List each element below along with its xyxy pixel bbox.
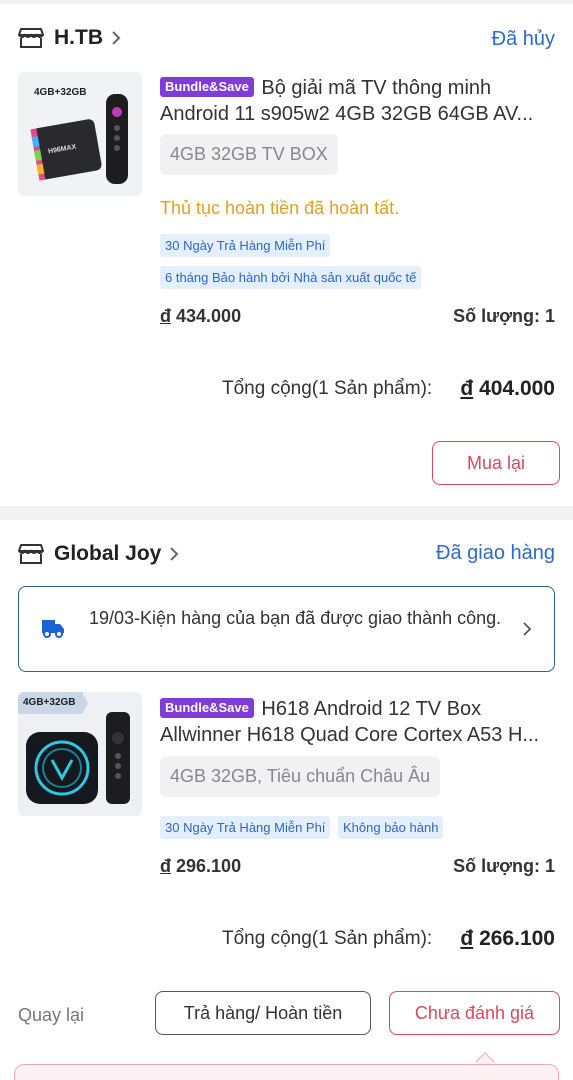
shop-name: Global Joy [54,542,162,565]
free-return-tag: 30 Ngày Trả Hàng Miễn Phí [160,234,331,257]
tv-box-image [18,692,130,804]
price-value: 296.100 [176,856,242,876]
warranty-tag: Không bảo hành [338,816,444,839]
total-value: 404.000 [479,377,555,400]
product-title-line2: Android 11 s905w2 4GB 32GB 64GB AV... [160,103,534,125]
product-title[interactable]: Bundle&Save Bộ giải mã TV thông minh And… [160,75,560,127]
product-quantity: Số lượng: 1 [453,856,555,876]
currency-symbol: đ [160,306,171,326]
thumb-label: 4GB+32GB [23,697,76,708]
warranty-tag: 6 tháng Bảo hành bởi Nhà sản xuất quốc t… [160,266,422,289]
order-card: Global Joy Đã giao hàng 19/03-Kiện hàng … [0,520,573,1080]
order-total: đ 266.100 [460,927,555,951]
free-return-tag: 30 Ngày Trả Hàng Miễn Phí [160,816,331,839]
rating-prompt-box [14,1064,559,1080]
return-refund-button[interactable]: Trả hàng/ Hoàn tiền [155,991,371,1035]
order-total: đ 404.000 [460,377,555,401]
shop-name: H.TB [54,26,103,49]
product-thumbnail[interactable]: 4GB+32GB H96MAX [18,72,142,196]
chevron-right-icon [523,622,532,636]
delivery-truck-icon [42,620,64,638]
chevron-right-icon [112,31,121,45]
currency-symbol: đ [160,856,171,876]
not-rated-button[interactable]: Chưa đánh giá [389,991,560,1035]
product-price: đ 434.000 [160,306,241,327]
product-quantity: Số lượng: 1 [453,306,555,326]
product-thumbnail[interactable]: 4GB+32GB [18,692,142,816]
product-title-line1: H618 Android 12 TV Box [261,698,482,720]
rebuy-button[interactable]: Mua lại [432,441,560,485]
product-title-line1: Bộ giải mã TV thông minh [261,77,492,99]
store-icon [18,28,44,48]
shop-header[interactable]: H.TB [18,26,121,50]
product-title[interactable]: Bundle&Save H618 Android 12 TV Box Allwi… [160,696,560,748]
tv-box-image [30,94,128,184]
product-variant: 4GB 32GB TV BOX [160,134,338,175]
order-card: H.TB Đã hủy 4GB+32GB H96MAX Bundle&Save … [0,4,573,506]
store-icon [18,544,44,564]
bundle-save-badge: Bundle&Save [160,698,254,718]
total-value: 266.100 [479,927,555,950]
order-status: Đã giao hàng [436,542,555,564]
order-status: Đã hủy [491,28,555,50]
product-price: đ 296.100 [160,856,241,877]
bundle-save-badge: Bundle&Save [160,77,254,97]
chevron-right-icon [170,547,179,561]
total-currency: đ [460,927,474,950]
order-total-label: Tổng cộng(1 Sản phẩm): [222,928,433,949]
shop-header[interactable]: Global Joy [18,542,179,566]
product-title-line2: Allwinner H618 Quad Core Cortex A53 H... [160,724,540,746]
total-currency: đ [460,377,474,400]
delivery-notice[interactable]: 19/03-Kiện hàng của bạn đã được giao thà… [18,586,555,672]
price-value: 434.000 [176,306,242,326]
refund-status-note: Thủ tục hoàn tiền đã hoàn tất. [160,198,400,218]
product-variant: 4GB 32GB, Tiêu chuẩn Châu Âu [160,756,441,797]
back-link[interactable]: Quay lại [18,1005,84,1026]
delivery-notice-text: 19/03-Kiện hàng của bạn đã được giao thà… [89,608,502,628]
order-total-label: Tổng cộng(1 Sản phẩm): [222,378,433,399]
